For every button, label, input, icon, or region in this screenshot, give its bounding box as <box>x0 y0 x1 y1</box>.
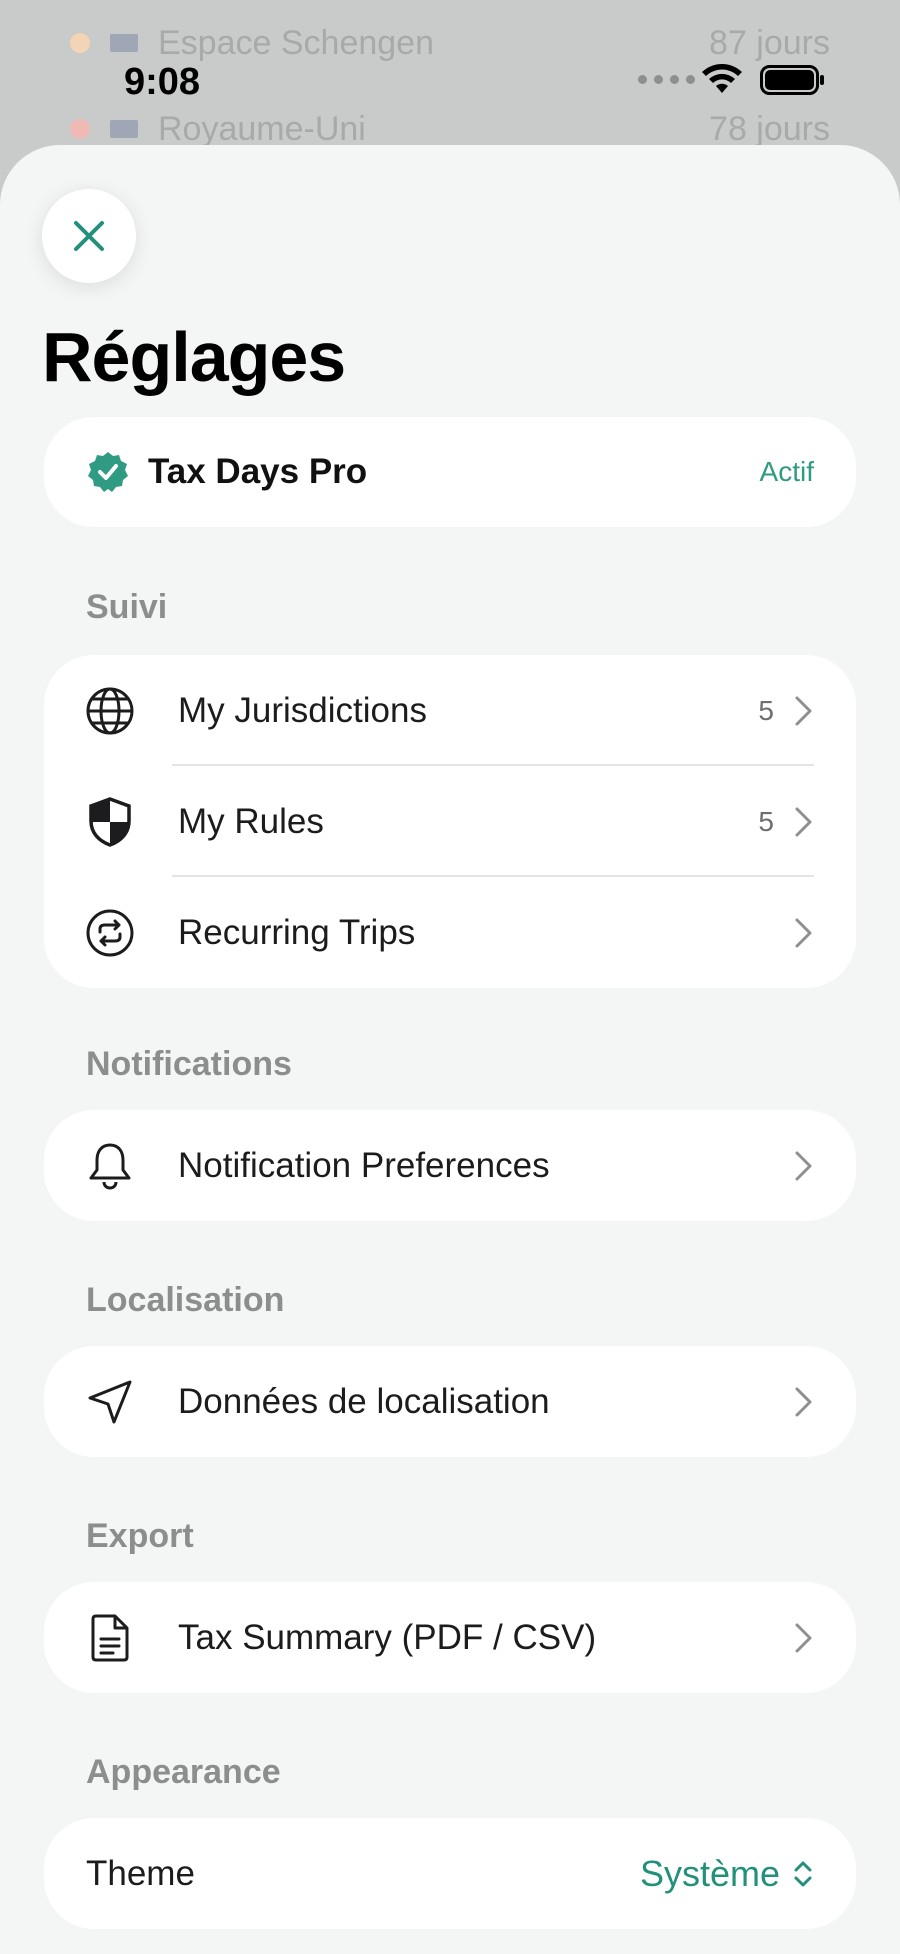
section-header-notifications: Notifications <box>86 1045 292 1083</box>
globe-icon <box>84 685 136 737</box>
export-group: Tax Summary (PDF / CSV) <box>44 1582 856 1693</box>
status-bar: 9:08 <box>0 55 900 105</box>
background-item-label: Royaume-Uni <box>158 109 366 148</box>
row-notification-preferences[interactable]: Notification Preferences <box>44 1110 856 1221</box>
chevron-right-icon <box>795 696 812 725</box>
notifications-group: Notification Preferences <box>44 1110 856 1221</box>
section-header-localisation: Localisation <box>86 1281 285 1319</box>
verified-badge-icon <box>88 452 128 492</box>
chevron-right-icon <box>795 807 812 836</box>
theme-value: Système <box>639 1852 780 1894</box>
section-header-appearance: Appearance <box>86 1753 281 1791</box>
close-icon <box>74 221 104 251</box>
chevron-right-icon <box>795 1387 812 1416</box>
document-icon <box>84 1612 136 1664</box>
row-recurring-trips[interactable]: Recurring Trips <box>44 877 856 988</box>
row-label: My Jurisdictions <box>178 690 427 730</box>
status-dot <box>70 119 90 139</box>
subscription-card[interactable]: Tax Days Pro Actif <box>44 417 856 527</box>
section-header-suivi: Suivi <box>86 588 168 626</box>
row-my-jurisdictions[interactable]: My Jurisdictions 5 <box>44 655 856 766</box>
background-item-days: 78 jours <box>709 109 830 148</box>
page-title: Réglages <box>42 318 346 396</box>
row-location-data[interactable]: Données de localisation <box>44 1346 856 1457</box>
flag-icon <box>110 120 138 138</box>
shield-icon <box>84 796 136 848</box>
updown-chevron-icon <box>794 1861 812 1886</box>
suivi-group: My Jurisdictions 5 My Rules 5 Recurring … <box>44 655 856 988</box>
bell-icon <box>84 1140 136 1192</box>
location-arrow-icon <box>84 1376 136 1428</box>
row-count: 5 <box>758 805 774 837</box>
row-label: Données de localisation <box>178 1381 550 1421</box>
row-theme[interactable]: Theme Système <box>44 1818 856 1929</box>
localisation-group: Données de localisation <box>44 1346 856 1457</box>
theme-label: Theme <box>86 1853 195 1893</box>
wifi-icon <box>702 64 742 93</box>
battery-icon <box>760 65 824 95</box>
chevron-right-icon <box>795 918 812 947</box>
settings-sheet: Réglages Tax Days Pro Actif Suivi My Jur… <box>0 145 900 1954</box>
row-label: Tax Summary (PDF / CSV) <box>178 1617 597 1657</box>
row-label: Recurring Trips <box>178 912 416 952</box>
row-label: Notification Preferences <box>178 1145 550 1185</box>
section-header-export: Export <box>86 1517 194 1555</box>
signal-dots-icon <box>638 75 695 84</box>
close-button[interactable] <box>42 189 136 283</box>
row-count: 5 <box>758 694 774 726</box>
subscription-name: Tax Days Pro <box>148 452 368 491</box>
row-tax-summary-export[interactable]: Tax Summary (PDF / CSV) <box>44 1582 856 1693</box>
theme-picker[interactable]: Système <box>640 1853 814 1895</box>
chevron-right-icon <box>795 1623 812 1652</box>
flag-icon <box>110 34 138 52</box>
appearance-group: Theme Système <box>44 1818 856 1929</box>
chevron-right-icon <box>795 1151 812 1180</box>
status-dot <box>70 33 90 53</box>
subscription-status: Actif <box>759 456 814 487</box>
status-time: 9:08 <box>124 61 201 103</box>
row-my-rules[interactable]: My Rules 5 <box>44 766 856 877</box>
repeat-icon <box>84 907 136 959</box>
row-label: My Rules <box>178 801 324 841</box>
